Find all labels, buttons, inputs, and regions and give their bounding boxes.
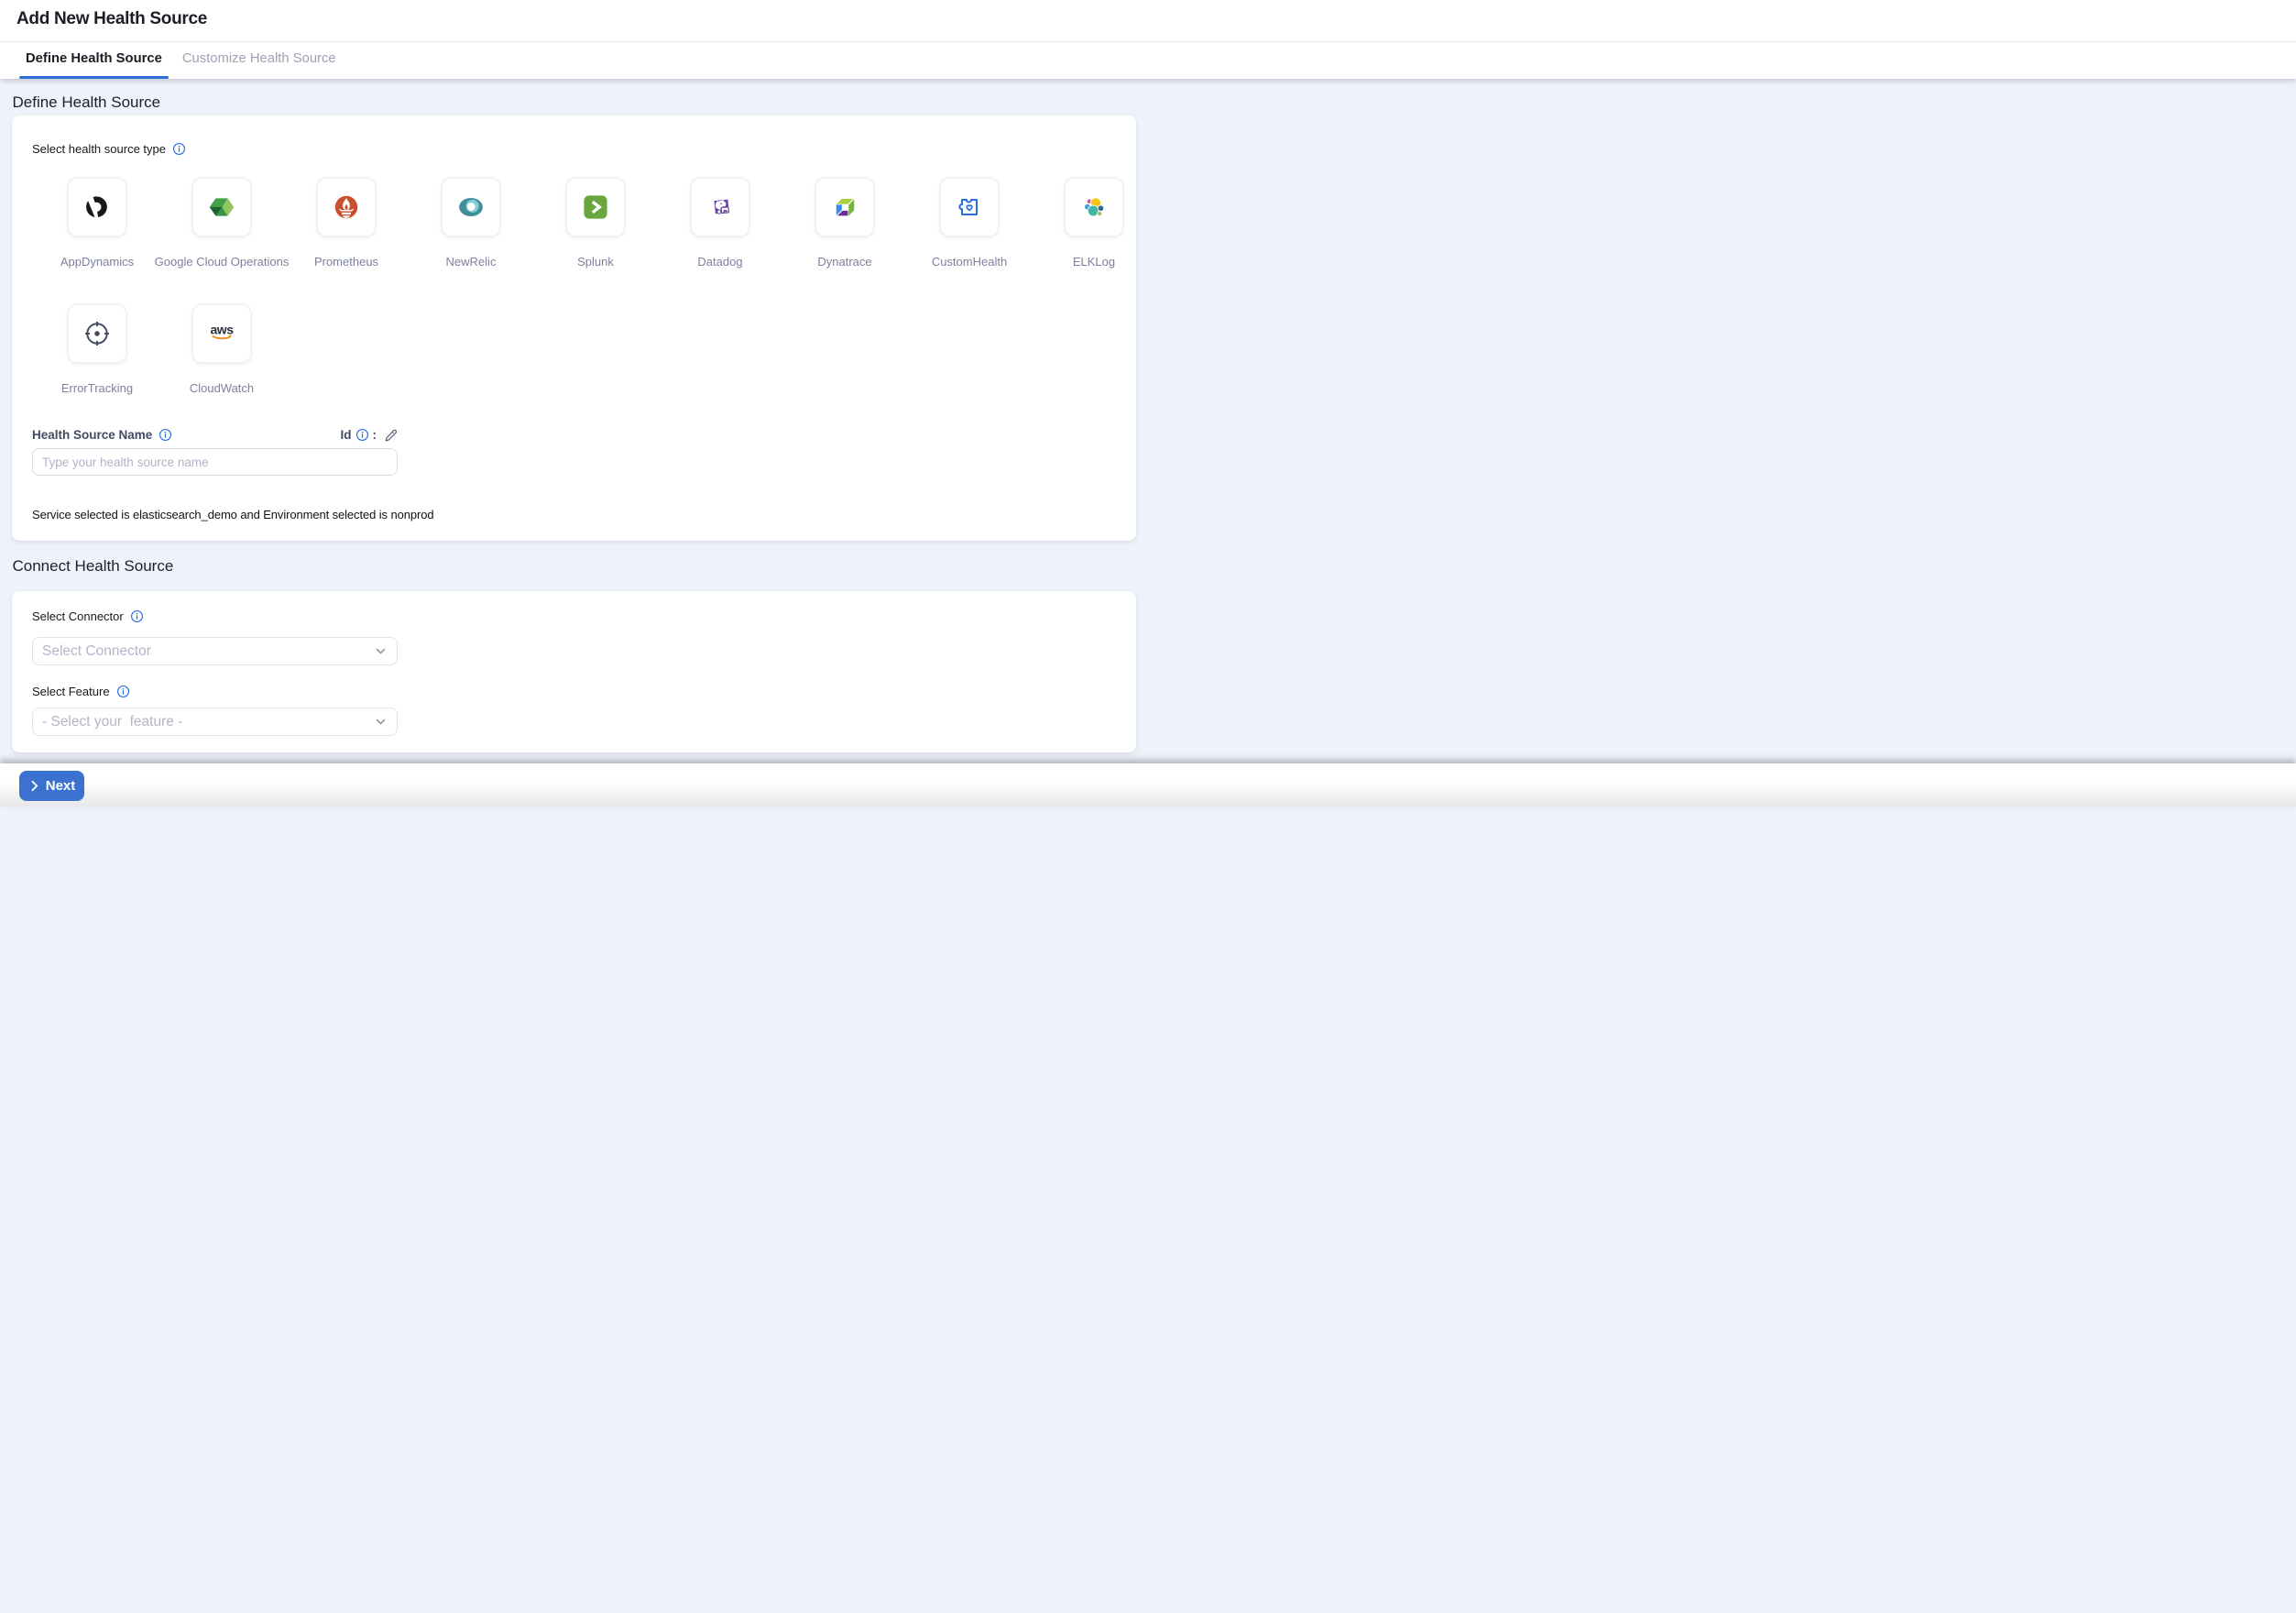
service-environment-note: Service selected is elasticsearch_demo a… [32,508,433,521]
prometheus-logo-icon [334,195,358,219]
define-card: Select health source type AppDynamics Goo… [12,115,1136,541]
info-icon[interactable] [130,609,144,623]
tile-label: ErrorTracking [61,380,133,396]
tile-label: Splunk [577,254,614,269]
tile-appdynamics[interactable]: AppDynamics [35,178,159,269]
customhealth-logo-icon [957,195,981,219]
svg-text:aws: aws [210,322,234,336]
id-cluster: Id : [341,428,399,442]
tile-card-prometheus[interactable] [317,178,376,236]
chevron-down-icon [374,644,388,658]
tab-define-health-source[interactable]: Define Health Source [19,42,169,79]
newrelic-logo-icon [458,194,484,220]
tile-card-errortracking[interactable] [68,304,126,363]
health-source-name-input[interactable] [32,448,398,476]
tile-card-appdynamics[interactable] [68,178,126,236]
connector-select[interactable]: Select Connector [32,637,398,665]
tab-bar: Define Health Source Customize Health So… [0,42,2296,79]
tile-card-customhealth[interactable] [940,178,999,236]
name-row: Health Source Name Id : [32,428,398,442]
edit-pencil-icon[interactable] [384,428,398,442]
tile-datadog[interactable]: Datadog [658,178,782,269]
datadog-logo-icon [708,195,732,219]
tile-cloudwatch[interactable]: aws CloudWatch [159,304,284,396]
chevron-down-icon [374,715,388,729]
tile-label: Google Cloud Operations [155,254,290,269]
tile-card-dynatrace[interactable] [815,178,874,236]
tile-label: CustomHealth [932,254,1007,269]
select-feature-label: Select Feature [32,685,130,698]
tile-card-cloudwatch[interactable]: aws [192,304,251,363]
feature-select[interactable]: - Select your feature - [32,708,398,736]
dialog-body: Define Health Source Select health sourc… [0,79,2296,1570]
appdynamics-logo-icon [85,195,109,219]
tile-newrelic[interactable]: NewRelic [409,178,533,269]
tile-card-splunk[interactable] [566,178,625,236]
info-icon[interactable] [172,142,186,156]
cloudwatch-logo-icon: aws [209,321,235,346]
connect-section-heading: Connect Health Source [13,557,174,576]
tile-google-cloud-operations[interactable]: Google Cloud Operations [159,178,284,269]
tile-splunk[interactable]: Splunk [533,178,658,269]
tile-card-newrelic[interactable] [442,178,500,236]
errortracking-logo-icon [84,321,110,346]
id-separator: : [373,428,377,442]
tile-label: Prometheus [314,254,378,269]
dialog-footer: Next [0,763,2296,806]
info-icon[interactable] [355,428,369,442]
connect-card: Select Connector Select Connector Select… [12,591,1136,752]
elklog-logo-icon [1082,195,1106,219]
chevron-right-icon [28,780,40,792]
next-button[interactable]: Next [19,771,84,801]
tile-card-google-cloud-operations[interactable] [192,178,251,236]
tile-label: Dynatrace [817,254,871,269]
id-label: Id [341,428,352,442]
tile-elklog[interactable]: ELKLog [1032,178,1156,269]
select-connector-label: Select Connector [32,609,144,623]
tile-card-elklog[interactable] [1065,178,1123,236]
tile-dynatrace[interactable]: Dynatrace [782,178,907,269]
health-source-tiles: AppDynamics Google Cloud Operations Promet… [35,178,1156,396]
tile-customhealth[interactable]: CustomHealth [907,178,1032,269]
splunk-logo-icon [583,194,608,220]
tile-card-datadog[interactable] [691,178,749,236]
tile-label: ELKLog [1073,254,1115,269]
info-icon[interactable] [159,428,172,442]
google-cloud-operations-logo-icon [209,194,235,220]
tile-label: AppDynamics [60,254,134,269]
tile-label: Datadog [697,254,742,269]
tile-label: NewRelic [446,254,497,269]
info-icon[interactable] [116,685,130,698]
tile-label: CloudWatch [190,380,254,396]
tile-errortracking[interactable]: ErrorTracking [35,304,159,396]
health-source-name-label: Health Source Name [32,428,172,442]
dynatrace-logo-icon [831,193,858,221]
tab-customize-health-source[interactable]: Customize Health Source [176,42,343,79]
tile-prometheus[interactable]: Prometheus [284,178,409,269]
page-title: Add New Health Source [0,0,2296,29]
define-section-heading: Define Health Source [13,93,161,112]
select-type-label: Select health source type [32,142,186,156]
dialog-header: Add New Health Source [0,0,2296,42]
